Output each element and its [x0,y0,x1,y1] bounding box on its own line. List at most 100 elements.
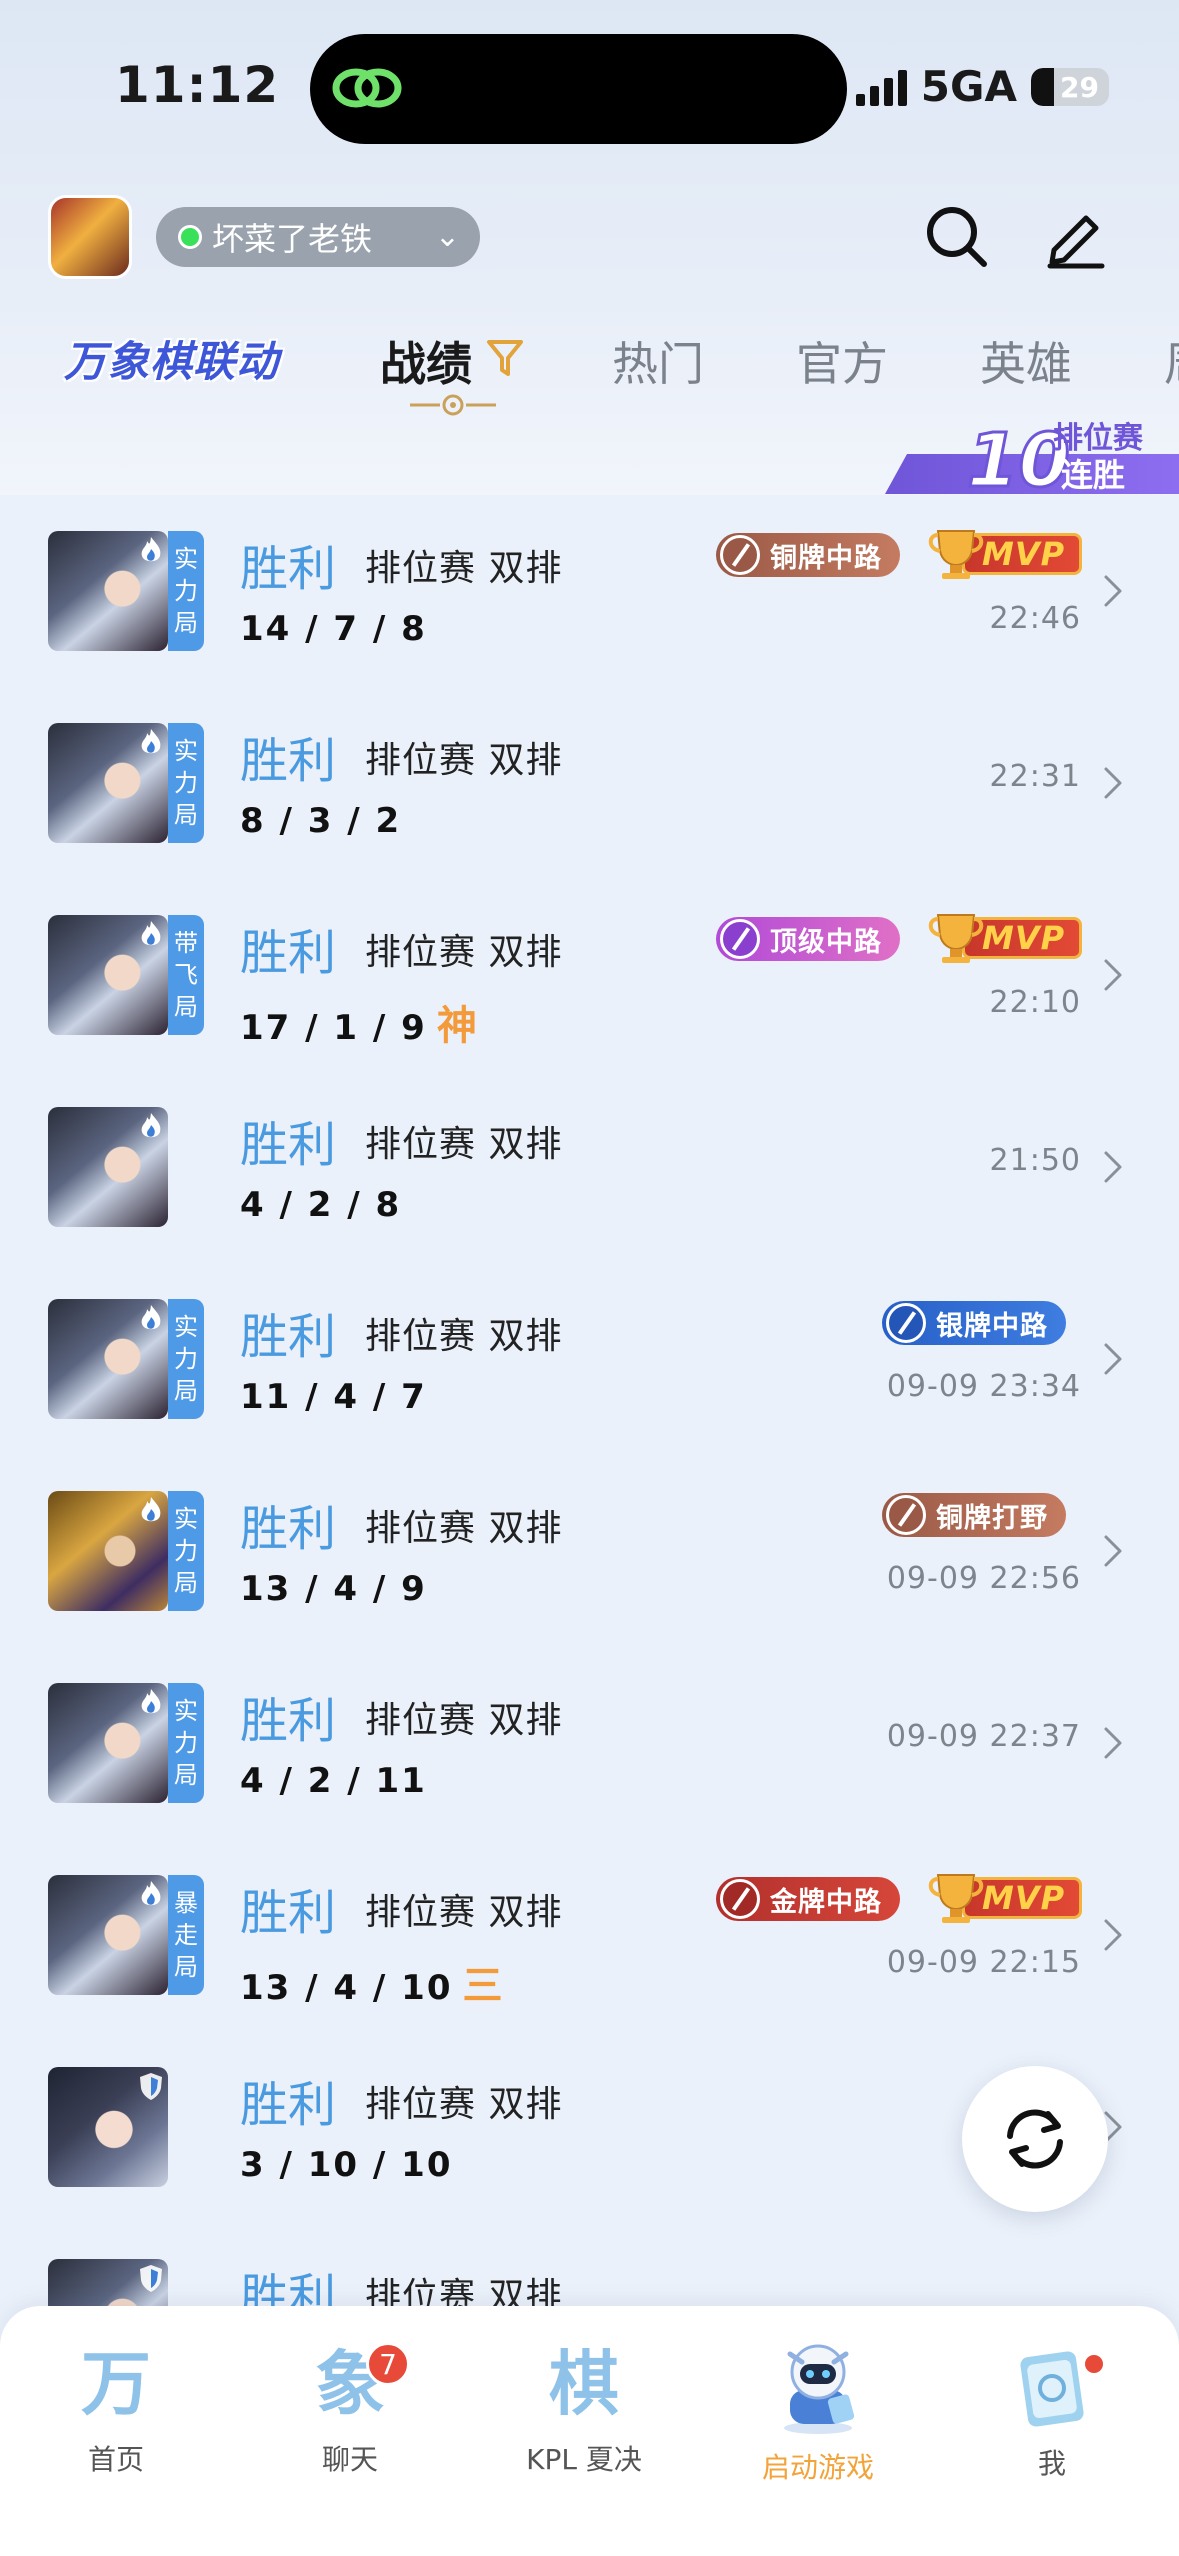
chevron-right-icon [1104,767,1122,799]
match-type-char: 局 [174,609,198,637]
position-icon [720,1879,760,1919]
win-streak-banner: 10 排位赛 连胜 [885,417,1179,494]
kda-value: 4 / 2 / 8 [240,1185,402,1225]
nav-kpl[interactable]: 棋 KPL 夏决 [484,2336,684,2478]
chevron-right-icon [1104,1535,1122,1567]
match-type-char: 实 [174,1505,198,1533]
chat-unread-badge: 7 [366,2342,410,2386]
match-type-char: 局 [174,801,198,829]
trophy-icon [928,1874,984,1923]
match-mode: 排位赛 双排 [365,740,563,781]
promo-tab[interactable]: 万象棋联动 [64,328,279,389]
kda-value: 3 / 10 / 10 [240,2145,453,2185]
match-row[interactable]: 带飞局胜利 排位赛 双排 17 / 1 / 9 神顶级中路 MVP 22:10 [0,879,1179,1071]
match-result: 胜利 [240,1693,337,1749]
fire-icon [141,1305,161,1330]
match-type-char: 局 [174,1761,198,1789]
fire-icon [141,921,161,946]
position-badge: 铜牌打野 [882,1493,1066,1537]
match-row[interactable]: 实力局胜利 排位赛 双排 8 / 3 / 2 22:31 [0,687,1179,879]
profile-card-icon [1020,2351,1084,2427]
position-icon [886,1495,926,1535]
match-result: 胜利 [240,1309,337,1365]
kda-value: 4 / 2 / 11 [240,1761,427,1801]
match-mode: 排位赛 双排 [365,1700,563,1741]
position-badge: 金牌中路 [716,1877,900,1921]
nav-home[interactable]: 万 首页 [16,2336,216,2478]
tab-official[interactable]: 官方 [796,328,888,394]
shield-icon [140,2265,162,2292]
match-row[interactable]: 暴走局胜利 排位赛 双排 13 / 4 / 10 三金牌中路 MVP 09-09 22:1… [0,1839,1179,2031]
nav-launch-game[interactable]: 启动游戏 [718,2336,918,2486]
kda-value: 8 / 3 / 2 [240,801,402,841]
nav-chat[interactable]: 象 7 聊天 [250,2336,450,2478]
match-type-char: 暴 [174,1889,198,1917]
position-icon [886,1303,926,1343]
kda-stats: 11 / 4 / 7 [240,1377,427,1417]
tab-week[interactable]: 周 [1164,328,1179,394]
match-type-tag: 暴走局 [168,1875,204,1995]
tab-hero[interactable]: 英雄 [980,328,1072,394]
trophy-icon [928,914,984,963]
game-app-icon[interactable] [48,195,132,279]
mvp-label: MVP [982,535,1066,573]
search-icon[interactable] [920,200,992,272]
chevron-down-icon: ⌄ [434,219,460,254]
bottom-nav: 万 首页 象 7 聊天 棋 KPL 夏决 启动游戏 我 [0,2306,1179,2556]
match-type-char: 力 [174,577,198,605]
match-row[interactable]: 实力局胜利 排位赛 双排 4 / 2 / 11 09-09 22:37 [0,1647,1179,1839]
active-tab-indicator [410,394,496,416]
match-type-tag: 实力局 [168,1299,204,1419]
match-row[interactable]: 胜利 排位赛 双排 4 / 2 / 8 21:50 [0,1071,1179,1263]
mvp-badge: MVP [926,909,1082,965]
trophy-icon [928,530,984,579]
match-mode: 排位赛 双排 [365,548,563,589]
status-indicators: 5GA 29 [855,62,1109,111]
edit-icon[interactable] [1040,200,1112,272]
tab-record[interactable]: 战绩 [380,328,472,394]
hero-avatar [48,915,168,1035]
match-mode: 排位赛 双排 [365,1508,563,1549]
refresh-icon [1007,2109,1063,2169]
hero-avatar [48,1491,168,1611]
match-result: 胜利 [240,1885,337,1941]
kda-value: 14 / 7 / 8 [240,609,427,649]
match-row[interactable]: 实力局胜利 排位赛 双排 13 / 4 / 9 铜牌打野 09-09 22:56 [0,1455,1179,1647]
match-type-char: 带 [174,929,198,957]
match-type-char: 力 [174,769,198,797]
hero-avatar [48,531,168,651]
match-mode: 排位赛 双排 [365,1124,563,1165]
hero-avatar [48,723,168,843]
match-type-tag: 实力局 [168,1491,204,1611]
match-row[interactable]: 实力局胜利 排位赛 双排 14 / 7 / 8 铜牌中路 MVP 22:46 [0,495,1179,687]
match-row[interactable]: 实力局胜利 排位赛 双排 11 / 4 / 7 银牌中路 09-09 23:34 [0,1263,1179,1455]
kda-stats: 14 / 7 / 8 [240,609,427,649]
notification-dot [1082,2352,1106,2376]
match-type-tag: 实力局 [168,1683,204,1803]
chat-icon: 象 [315,2342,385,2425]
refresh-button[interactable] [962,2066,1108,2212]
signal-icon [855,68,907,106]
hero-avatar [48,2067,168,2187]
nav-me[interactable]: 我 [952,2336,1152,2482]
fire-icon [141,1497,161,1522]
match-time: 09-09 23:34 [886,1369,1081,1404]
tab-hot[interactable]: 热门 [612,328,704,394]
match-time: 22:46 [989,601,1081,636]
position-icon [720,919,760,959]
position-badge-label: 顶级中路 [770,926,882,958]
chevron-right-icon [1104,1919,1122,1951]
match-type-char: 实 [174,1697,198,1725]
fire-icon [141,1881,161,1906]
match-type-char: 力 [174,1537,198,1565]
account-selector[interactable]: 坏菜了老铁 ⌄ [156,207,480,267]
link-app-icon [332,68,402,108]
online-status-icon [178,225,202,249]
kda-stats: 13 / 4 / 10 三 [240,1953,504,2011]
network-type: 5GA [920,62,1017,111]
match-type-tag: 实力局 [168,723,204,843]
filter-icon[interactable] [486,338,524,378]
match-type-char: 力 [174,1345,198,1373]
position-badge: 顶级中路 [716,917,900,961]
fire-icon [141,729,161,754]
